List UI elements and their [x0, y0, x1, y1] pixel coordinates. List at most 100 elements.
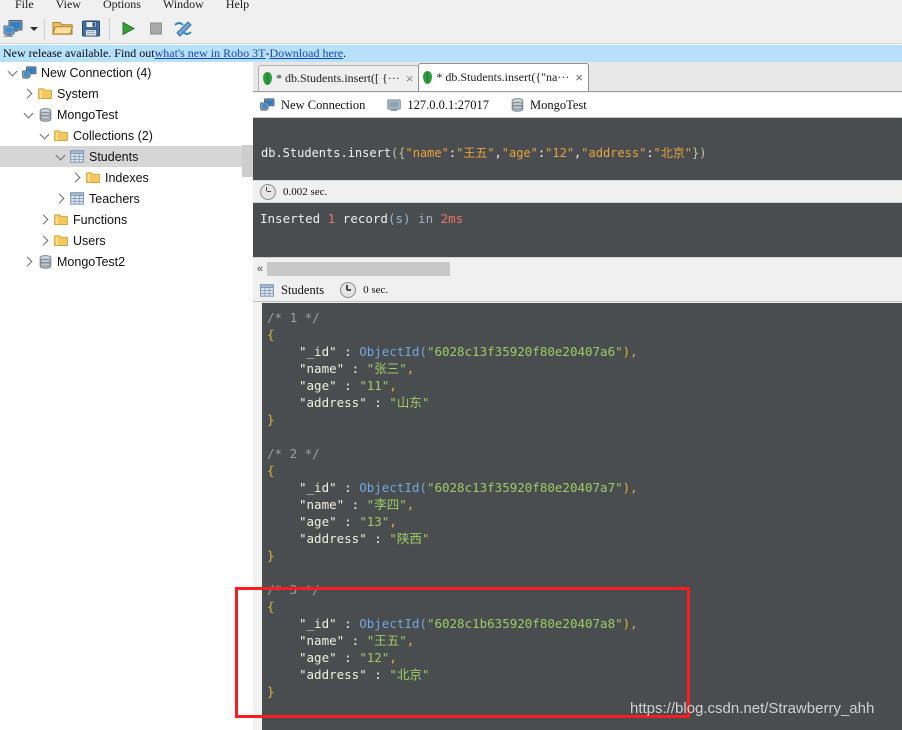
scrollbar-thumb[interactable] — [267, 262, 450, 276]
save-button[interactable] — [78, 16, 104, 42]
tree-item-users[interactable]: Users — [0, 230, 242, 251]
document-field: "age" : "11", — [267, 377, 902, 394]
field-colon: : — [336, 378, 360, 393]
stop-button[interactable] — [143, 16, 169, 42]
menu-item-window[interactable]: Window — [152, 0, 215, 11]
editor-gutter — [253, 303, 262, 730]
document-spacer — [267, 564, 902, 581]
open-button[interactable] — [50, 16, 76, 42]
field-value: "6028c13f35920f80e20407a7" — [426, 480, 623, 495]
document-field: "age" : "12", — [267, 649, 902, 666]
editor-l1-code: db.Students.insert — [261, 146, 392, 160]
chevron-right-icon[interactable] — [20, 86, 36, 102]
editor-l1-val-address: "北京" — [653, 146, 692, 160]
document-field: "address" : "北京" — [267, 666, 902, 683]
document-field: "_id" : ObjectId("6028c13f35920f80e20407… — [267, 479, 902, 496]
close-icon[interactable]: × — [406, 72, 414, 85]
document-spacer — [267, 428, 902, 445]
field-tail: , — [389, 514, 397, 529]
field-value: "12" — [359, 650, 390, 665]
out-word-4: in — [410, 211, 441, 226]
field-key: "age" — [299, 378, 337, 393]
chevron-down-icon — [30, 26, 38, 31]
field-value: "6028c1b635920f80e20407a8" — [426, 616, 623, 631]
chevron-down-icon[interactable] — [52, 149, 68, 165]
conninfo-connection[interactable]: New Connection — [260, 98, 365, 113]
play-icon — [122, 21, 136, 36]
tree-item-new-connection-4[interactable]: New Connection (4) — [0, 62, 242, 83]
menu-item-file[interactable]: File — [4, 0, 45, 11]
field-tail: , — [389, 378, 397, 393]
notification-period: . — [343, 46, 347, 60]
chevron-down-icon[interactable] — [4, 65, 20, 81]
tree-item-indexes[interactable]: Indexes — [0, 167, 242, 188]
field-value: "11" — [359, 378, 390, 393]
menu-item-help[interactable]: Help — [215, 0, 260, 11]
chevron-right-icon[interactable] — [36, 233, 52, 249]
tree-item-system[interactable]: System — [0, 83, 242, 104]
splitter-handle[interactable] — [242, 145, 253, 177]
tree-item-mongotest2[interactable]: MongoTest2 — [0, 251, 242, 272]
field-colon: : — [344, 497, 367, 512]
tree-item-mongotest[interactable]: MongoTest — [0, 104, 242, 125]
field-colon: : — [366, 667, 390, 682]
download-here-link[interactable]: Download here — [269, 46, 343, 61]
close-icon[interactable]: × — [575, 71, 583, 84]
out-word-5: 2ms — [440, 211, 464, 226]
insert-exec-time: 0.002 sec. — [283, 185, 328, 198]
editor-l1-close: }) — [692, 146, 707, 160]
document-open-brace: { — [267, 599, 275, 614]
chevron-right-icon[interactable] — [36, 212, 52, 228]
database-icon — [36, 254, 54, 270]
editor-l1-key-address: "address" — [581, 146, 647, 160]
menu-item-view[interactable]: View — [45, 0, 92, 11]
collection-icon — [68, 149, 86, 165]
document-close-brace: } — [267, 548, 275, 563]
chevron-down-icon[interactable] — [36, 128, 52, 144]
document-field: "_id" : ObjectId("6028c13f35920f80e20407… — [267, 343, 902, 360]
execute-button[interactable] — [115, 16, 141, 42]
editor-l1-colon-3: : — [646, 146, 654, 160]
tree-item-students[interactable]: Students — [0, 146, 242, 167]
connect-dropdown-button[interactable] — [28, 16, 40, 42]
scroll-back-button[interactable]: « — [253, 259, 267, 279]
document-close-brace: } — [267, 412, 275, 427]
conninfo-host[interactable]: 127.0.0.1:27017 — [387, 98, 489, 113]
mongo-leaf-icon — [263, 72, 272, 85]
menu-item-options[interactable]: Options — [92, 0, 152, 11]
connection-tree-panel[interactable]: New Connection (4) System MongoTest Collect… — [0, 62, 242, 730]
chevron-down-icon[interactable] — [20, 107, 36, 123]
tree-item-label: MongoTest2 — [57, 254, 126, 269]
chevron-right-icon[interactable] — [68, 170, 84, 186]
database-icon — [511, 98, 524, 112]
tree-item-functions[interactable]: Functions — [0, 209, 242, 230]
editor-line-1: db.Students.insert({"name":"王五","age":"1… — [258, 143, 902, 163]
editor-l1-val-age: "12" — [545, 146, 575, 160]
documents-output-pane[interactable]: /* 1 */{"_id" : ObjectId("6028c13f35920f… — [253, 303, 902, 730]
field-key: "name" — [299, 633, 345, 648]
result-header-find: Students 0 sec. — [253, 279, 902, 302]
rotate-button[interactable] — [171, 16, 197, 42]
query-editor[interactable]: db.Students.insert({"name":"王五","age":"1… — [253, 118, 902, 180]
tree-item-teachers[interactable]: Teachers — [0, 188, 242, 209]
editor-tab-2[interactable]: * db.Students.insert({"na··· × — [418, 63, 589, 91]
clock-icon — [260, 183, 276, 200]
document-field: "name" : "张三", — [267, 360, 902, 377]
chevron-right-icon[interactable] — [20, 254, 36, 270]
connect-button[interactable] — [1, 16, 27, 42]
document-field: "age" : "13", — [267, 513, 902, 530]
mongo-leaf-icon — [423, 71, 433, 84]
scrollbar-track[interactable] — [267, 262, 902, 276]
tab-label: * db.Students.insert([ {··· — [276, 71, 400, 85]
out-word-0: Inserted — [260, 211, 328, 226]
tab-strip: * db.Students.insert([ {··· × * db.Student… — [253, 62, 902, 92]
toolbar-divider-1 — [44, 17, 45, 40]
whats-new-link[interactable]: what's new in Robo 3T — [155, 46, 266, 61]
horizontal-scrollbar[interactable]: « — [253, 257, 902, 280]
document-field: "name" : "李四", — [267, 496, 902, 513]
field-tail: , — [406, 361, 415, 376]
chevron-right-icon[interactable] — [52, 191, 68, 207]
editor-tab-1[interactable]: * db.Students.insert([ {··· × — [258, 65, 420, 91]
conninfo-database[interactable]: MongoTest — [511, 98, 587, 113]
tree-item-collections-2[interactable]: Collections (2) — [0, 125, 242, 146]
